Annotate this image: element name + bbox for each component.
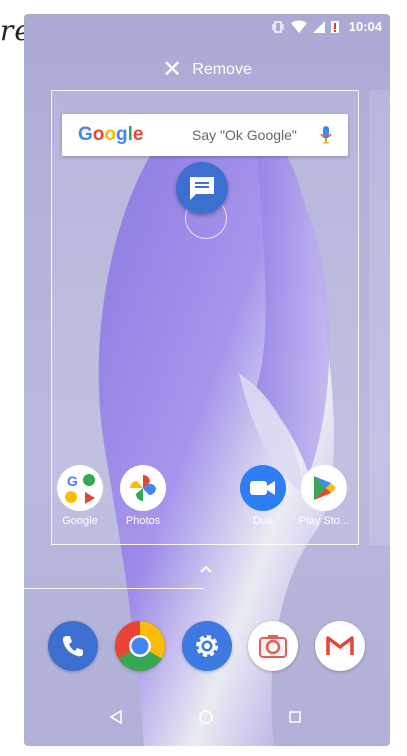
- divider: [24, 588, 204, 589]
- google-folder-icon: G: [57, 465, 103, 511]
- phone-screen: 10:04 ✕ Remove Google Say "Ok Google" G: [24, 14, 390, 746]
- recents-icon: [289, 711, 301, 723]
- camera-icon[interactable]: [248, 621, 298, 671]
- close-icon: ✕: [162, 56, 183, 83]
- google-search-widget[interactable]: Google Say "Ok Google": [62, 114, 348, 156]
- chrome-icon[interactable]: [115, 621, 165, 671]
- home-icon: [199, 710, 213, 724]
- vibrate-icon: [272, 20, 284, 33]
- app-label: Photos: [125, 515, 161, 527]
- app-label: Play Sto...: [298, 515, 350, 527]
- svg-text:G: G: [67, 473, 78, 489]
- recents-button[interactable]: [280, 702, 310, 732]
- phone-icon[interactable]: [48, 621, 98, 671]
- remove-drop-target[interactable]: ✕ Remove: [24, 54, 390, 86]
- battery-alert-icon: [330, 21, 339, 33]
- google-logo: Google: [78, 124, 144, 145]
- gmail-icon[interactable]: [315, 621, 365, 671]
- search-hint: Say "Ok Google": [192, 127, 297, 143]
- app-photos[interactable]: Photos: [113, 465, 173, 527]
- back-button[interactable]: [101, 702, 131, 732]
- all-apps-arrow-icon[interactable]: [196, 562, 216, 578]
- app-play-store[interactable]: Play Sto...: [294, 465, 354, 527]
- messages-dragged-icon[interactable]: [176, 162, 228, 214]
- app-label: Google: [62, 515, 98, 527]
- remove-label: Remove: [192, 61, 252, 78]
- settings-icon[interactable]: [182, 621, 232, 671]
- back-icon: [109, 710, 122, 724]
- app-label: Duo: [252, 515, 274, 527]
- signal-icon: [312, 20, 325, 33]
- home-button[interactable]: [191, 702, 221, 732]
- messages-icon: [190, 177, 214, 200]
- status-bar: 10:04: [24, 14, 390, 40]
- next-workspace-page[interactable]: [369, 90, 390, 545]
- clock: 10:04: [348, 19, 382, 34]
- play-store-icon: [301, 465, 347, 511]
- app-duo[interactable]: Duo: [233, 465, 293, 527]
- wifi-icon: [290, 20, 307, 33]
- app-google[interactable]: G Google: [50, 465, 110, 527]
- photos-icon: [120, 465, 166, 511]
- mic-icon[interactable]: [320, 126, 332, 144]
- duo-icon: [240, 465, 286, 511]
